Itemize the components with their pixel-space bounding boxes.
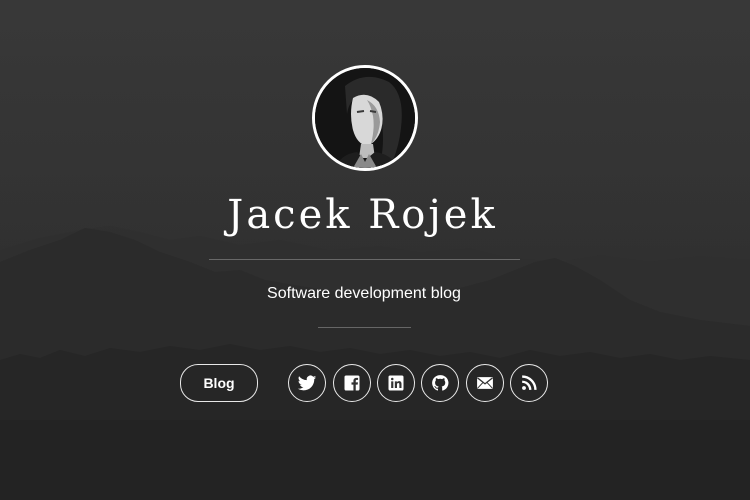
facebook-icon — [344, 375, 360, 391]
twitter-icon — [297, 375, 317, 391]
profile-name: Jacek Rojek — [227, 192, 498, 238]
github-link[interactable] — [421, 364, 459, 402]
rss-link[interactable] — [510, 364, 548, 402]
twitter-link[interactable] — [288, 364, 326, 402]
facebook-link[interactable] — [333, 364, 371, 402]
linkedin-icon — [388, 375, 404, 391]
blog-button[interactable]: Blog — [180, 364, 258, 402]
portrait-image — [315, 68, 415, 168]
rss-icon — [522, 375, 537, 390]
github-icon — [432, 375, 449, 391]
profile-tagline: Software development blog — [267, 285, 461, 302]
hero-section: Jacek Rojek Software development blog Bl… — [0, 0, 750, 500]
email-link[interactable] — [466, 364, 504, 402]
divider-long — [209, 259, 520, 260]
linkedin-link[interactable] — [377, 364, 415, 402]
avatar — [312, 65, 418, 171]
divider-short — [318, 327, 411, 328]
email-icon — [477, 377, 493, 389]
